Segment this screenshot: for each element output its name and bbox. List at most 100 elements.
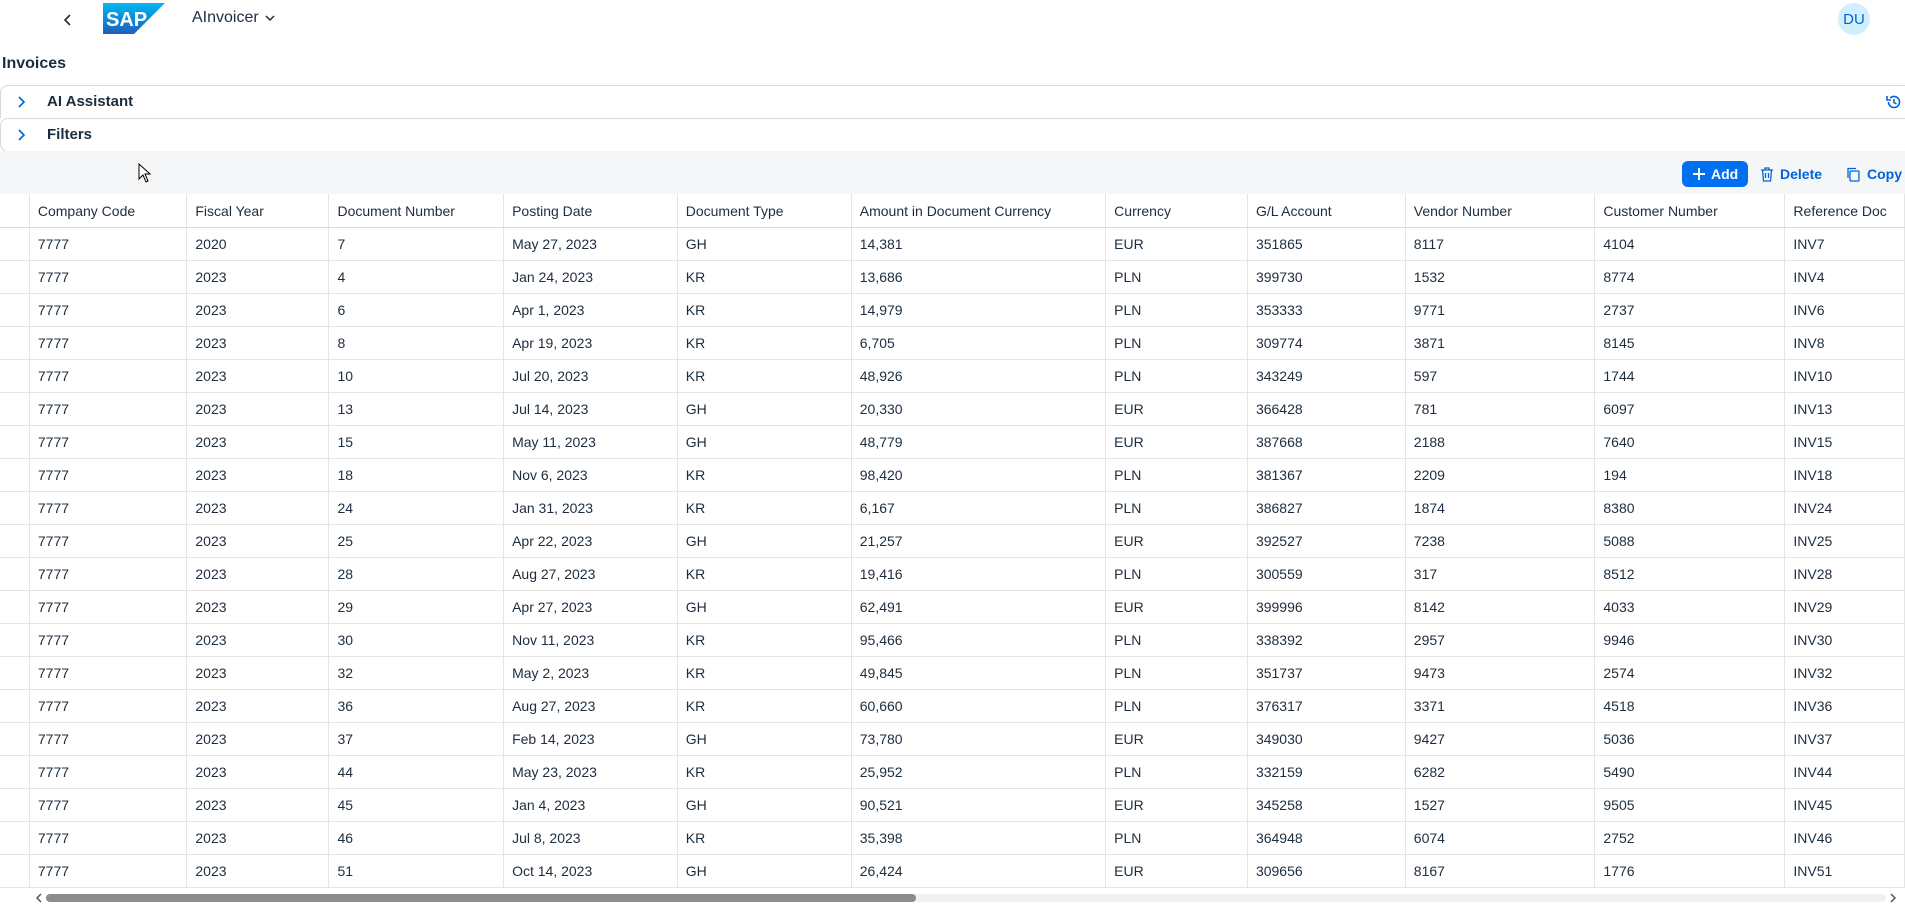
row-selector[interactable] <box>0 821 30 855</box>
table-row[interactable]: 7777 2023 29 Apr 27, 2023 GH 62,491 EUR 399996 8… <box>0 590 1905 624</box>
column-header[interactable]: Reference Doc <box>1784 194 1905 228</box>
column-header[interactable]: Company Code <box>29 194 188 228</box>
table-row[interactable]: 7777 2023 32 May 2, 2023 KR 49,845 PLN 351737 94… <box>0 656 1905 690</box>
table-cell: 7777 <box>29 755 188 789</box>
column-header[interactable]: Currency <box>1105 194 1248 228</box>
table-cell: 6074 <box>1405 821 1596 855</box>
history-icon[interactable] <box>1885 93 1903 111</box>
scrollbar-track[interactable] <box>46 894 1886 902</box>
row-selector[interactable] <box>0 623 30 657</box>
column-header[interactable]: Document Number <box>328 194 505 228</box>
table-cell: 332159 <box>1247 755 1406 789</box>
table-row[interactable]: 7777 2023 36 Aug 27, 2023 KR 60,660 PLN 376317 3… <box>0 689 1905 723</box>
table-cell: INV29 <box>1784 590 1905 624</box>
table-cell: 381367 <box>1247 458 1406 492</box>
table-cell: INV37 <box>1784 722 1905 756</box>
column-header[interactable]: Amount in Document Currency <box>851 194 1107 228</box>
row-selector[interactable] <box>0 425 30 459</box>
row-selector[interactable] <box>0 854 30 888</box>
add-button[interactable]: Add <box>1682 161 1749 187</box>
table-cell: May 27, 2023 <box>503 227 678 261</box>
row-selector[interactable] <box>0 260 30 294</box>
scroll-right-icon[interactable] <box>1888 893 1898 903</box>
filters-panel[interactable]: Filters <box>0 118 1905 152</box>
table-cell: 7777 <box>29 293 188 327</box>
row-selector[interactable] <box>0 227 30 261</box>
table-cell: 9427 <box>1405 722 1596 756</box>
app-title-menu[interactable]: AInvoicer <box>192 9 275 27</box>
table-cell: 351737 <box>1247 656 1406 690</box>
column-header[interactable]: Posting Date <box>503 194 678 228</box>
table-row[interactable]: 7777 2023 45 Jan 4, 2023 GH 90,521 EUR 345258 15… <box>0 788 1905 822</box>
row-selector[interactable] <box>0 491 30 525</box>
row-selector[interactable] <box>0 326 30 360</box>
table-cell: 300559 <box>1247 557 1406 591</box>
row-selector[interactable] <box>0 689 30 723</box>
table-row[interactable]: 7777 2023 4 Jan 24, 2023 KR 13,686 PLN 399730 15… <box>0 260 1905 294</box>
table-cell: 25,952 <box>851 755 1107 789</box>
row-selector[interactable] <box>0 788 30 822</box>
table-row[interactable]: 7777 2023 28 Aug 27, 2023 KR 19,416 PLN 300559 3… <box>0 557 1905 591</box>
scrollbar-thumb[interactable] <box>46 894 916 902</box>
table-row[interactable]: 7777 2023 37 Feb 14, 2023 GH 73,780 EUR 349030 9… <box>0 722 1905 756</box>
chevron-right-icon[interactable] <box>13 127 29 143</box>
chevron-right-icon[interactable] <box>13 94 29 110</box>
table-cell: GH <box>677 854 852 888</box>
row-selector[interactable] <box>0 293 30 327</box>
table-row[interactable]: 7777 2023 10 Jul 20, 2023 KR 48,926 PLN 343249 5… <box>0 359 1905 393</box>
table-cell: 49,845 <box>851 656 1107 690</box>
row-selector[interactable] <box>0 755 30 789</box>
back-button[interactable] <box>56 8 80 32</box>
row-selector[interactable] <box>0 557 30 591</box>
column-header[interactable]: Fiscal Year <box>186 194 330 228</box>
horizontal-scrollbar[interactable] <box>0 889 1905 906</box>
table-row[interactable]: 7777 2023 6 Apr 1, 2023 KR 14,979 PLN 353333 977… <box>0 293 1905 327</box>
table-row[interactable]: 7777 2023 15 May 11, 2023 GH 48,779 EUR 387668 2… <box>0 425 1905 459</box>
table-cell: KR <box>677 359 852 393</box>
table-row[interactable]: 7777 2023 44 May 23, 2023 KR 25,952 PLN 332159 6… <box>0 755 1905 789</box>
row-selector[interactable] <box>0 458 30 492</box>
row-selector[interactable] <box>0 392 30 426</box>
table-cell: 62,491 <box>851 590 1107 624</box>
table-cell: 4 <box>328 260 505 294</box>
table-cell: Apr 27, 2023 <box>503 590 678 624</box>
table-cell: 194 <box>1594 458 1786 492</box>
table-row[interactable]: 7777 2023 18 Nov 6, 2023 KR 98,420 PLN 381367 22… <box>0 458 1905 492</box>
table-cell: KR <box>677 260 852 294</box>
table-cell: 48,779 <box>851 425 1107 459</box>
column-header[interactable]: Customer Number <box>1594 194 1786 228</box>
table-row[interactable]: 7777 2023 13 Jul 14, 2023 GH 20,330 EUR 366428 7… <box>0 392 1905 426</box>
table-row[interactable]: 7777 2023 8 Apr 19, 2023 KR 6,705 PLN 309774 387… <box>0 326 1905 360</box>
table-row[interactable]: 7777 2023 46 Jul 8, 2023 KR 35,398 PLN 364948 60… <box>0 821 1905 855</box>
row-selector[interactable] <box>0 590 30 624</box>
column-header[interactable]: Document Type <box>677 194 852 228</box>
table-cell: Feb 14, 2023 <box>503 722 678 756</box>
row-selector[interactable] <box>0 656 30 690</box>
row-selector[interactable] <box>0 524 30 558</box>
delete-button[interactable]: Delete <box>1760 161 1822 187</box>
row-selector[interactable] <box>0 722 30 756</box>
ai-assistant-panel[interactable]: AI Assistant <box>0 85 1905 118</box>
table-cell: May 11, 2023 <box>503 425 678 459</box>
table-cell: 387668 <box>1247 425 1406 459</box>
table-cell: 7777 <box>29 491 188 525</box>
table-row[interactable]: 7777 2023 30 Nov 11, 2023 KR 95,466 PLN 338392 2… <box>0 623 1905 657</box>
table-cell: INV13 <box>1784 392 1905 426</box>
table-toolbar: Add Delete Copy <box>0 151 1905 194</box>
column-header[interactable]: Vendor Number <box>1405 194 1596 228</box>
table-row[interactable]: 7777 2023 24 Jan 31, 2023 KR 6,167 PLN 386827 18… <box>0 491 1905 525</box>
column-header[interactable]: G/L Account <box>1247 194 1406 228</box>
table-row[interactable]: 7777 2020 7 May 27, 2023 GH 14,381 EUR 351865 81… <box>0 227 1905 261</box>
scroll-left-icon[interactable] <box>34 893 44 903</box>
sap-logo[interactable]: SAP <box>103 3 165 34</box>
table-cell: INV44 <box>1784 755 1905 789</box>
row-selector[interactable] <box>0 359 30 393</box>
table-row[interactable]: 7777 2023 25 Apr 22, 2023 GH 21,257 EUR 392527 7… <box>0 524 1905 558</box>
table-cell: 349030 <box>1247 722 1406 756</box>
table-row[interactable]: 7777 2023 51 Oct 14, 2023 GH 26,424 EUR 309656 8… <box>0 854 1905 888</box>
row-selector-header[interactable] <box>0 194 30 228</box>
user-avatar[interactable]: DU <box>1838 3 1870 35</box>
table-cell: EUR <box>1105 788 1248 822</box>
table-cell: 2752 <box>1594 821 1786 855</box>
copy-button[interactable]: Copy <box>1846 161 1902 187</box>
